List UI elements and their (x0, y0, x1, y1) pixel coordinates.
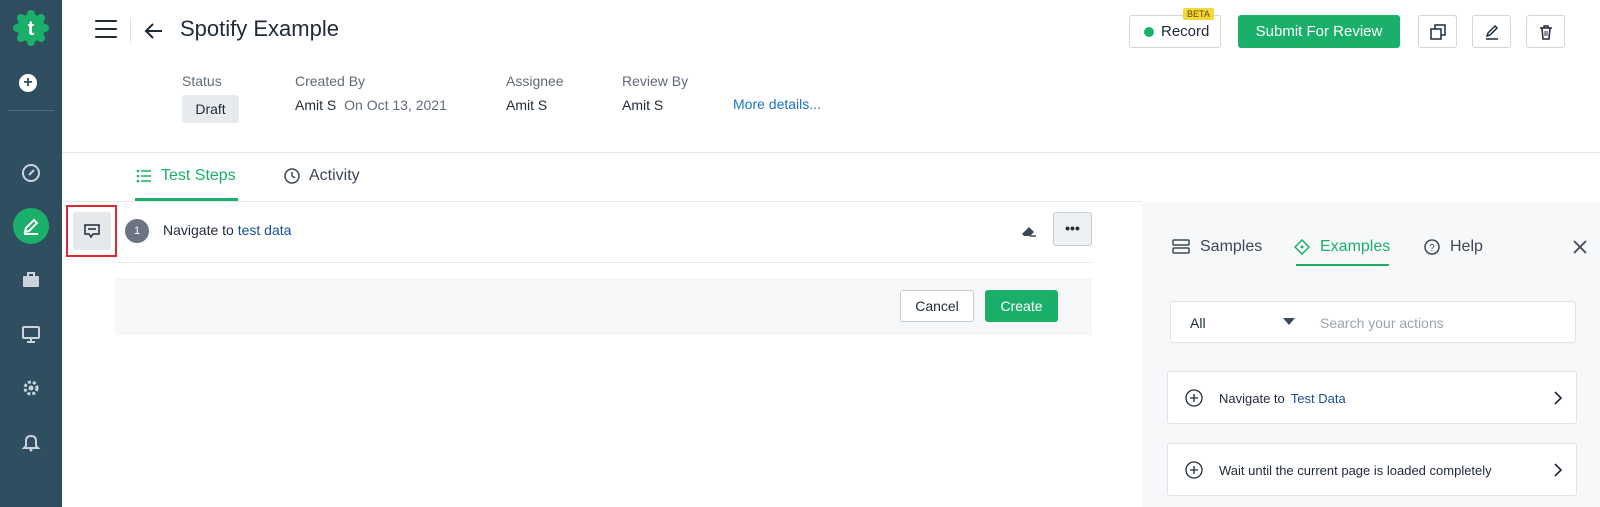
chevron-right-icon (1551, 390, 1565, 406)
clock-icon (284, 168, 300, 184)
create-new-icon[interactable]: + (19, 74, 37, 92)
record-label: Record (1161, 23, 1210, 40)
bell-icon[interactable] (13, 424, 49, 460)
step-more-options-button[interactable]: ••• (1053, 212, 1092, 246)
header-divider (130, 18, 131, 42)
tab-test-steps-label: Test Steps (161, 167, 236, 184)
chevron-down-icon[interactable] (1283, 318, 1295, 325)
step-divider (118, 262, 1092, 263)
creator-name: Amit S (295, 97, 337, 113)
action-search-input[interactable]: Search your actions (1320, 315, 1444, 331)
tab-activity[interactable]: Activity (284, 167, 360, 185)
settings-gear-icon[interactable] (13, 370, 49, 406)
example-text: Navigate to Test Data (1219, 391, 1346, 406)
created-by-label: Created By (295, 73, 366, 89)
svg-text:t: t (28, 18, 35, 40)
panel-tab-samples[interactable]: Samples (1172, 238, 1262, 256)
tab-test-steps[interactable]: Test Steps (136, 167, 236, 185)
tabs-divider (62, 201, 1142, 202)
record-dot-icon (1144, 26, 1154, 37)
example-link: Test Data (1290, 391, 1346, 406)
trash-icon (1539, 24, 1552, 40)
panel-active-tab-indicator (1296, 264, 1389, 266)
monitor-icon[interactable] (13, 316, 49, 352)
briefcase-icon[interactable] (13, 262, 49, 298)
delete-button[interactable] (1526, 15, 1565, 48)
close-panel-icon[interactable] (1570, 237, 1590, 257)
created-date: On Oct 13, 2021 (344, 97, 447, 113)
pencil-icon (1485, 24, 1498, 40)
examples-diamond-icon (1294, 239, 1310, 255)
meta-divider (62, 152, 1600, 153)
submit-for-review-button[interactable]: Submit For Review (1238, 15, 1400, 48)
left-rail: t + (0, 0, 62, 507)
help-icon: ? (1424, 239, 1440, 255)
list-icon (136, 169, 151, 183)
add-comment-button[interactable] (66, 205, 117, 257)
add-circle-icon[interactable] (1185, 461, 1203, 479)
action-filter-select[interactable]: All (1190, 315, 1206, 331)
status-badge: Draft (182, 95, 239, 123)
example-action: Wait until the current page is loaded co… (1219, 463, 1492, 478)
step-text[interactable]: Navigate to test data (163, 222, 291, 238)
rail-divider (8, 110, 54, 111)
status-label: Status (182, 73, 222, 89)
step-test-data-link[interactable]: test data (238, 222, 292, 238)
panel-tab-help[interactable]: ? Help (1424, 238, 1483, 256)
comment-icon (84, 224, 100, 239)
example-text: Wait until the current page is loaded co… (1219, 463, 1492, 478)
panel-tab-help-label: Help (1450, 238, 1483, 255)
clone-button[interactable] (1418, 15, 1457, 48)
page-title: Spotify Example (180, 16, 339, 41)
review-by-value: Amit S (622, 97, 664, 113)
add-circle-icon[interactable] (1185, 389, 1203, 407)
cancel-button[interactable]: Cancel (900, 290, 974, 322)
samples-icon (1172, 239, 1190, 254)
edit-button[interactable] (1472, 15, 1511, 48)
copy-icon (1429, 23, 1446, 40)
eraser-icon[interactable] (1019, 221, 1039, 241)
step-number: 1 (125, 219, 149, 243)
panel-tab-examples[interactable]: Examples (1294, 238, 1390, 256)
created-by-value: Amit S On Oct 13, 2021 (295, 97, 447, 113)
example-action: Navigate to (1219, 391, 1285, 406)
beta-badge: BETA (1183, 8, 1214, 20)
example-card[interactable]: Wait until the current page is loaded co… (1167, 443, 1577, 496)
dashboard-icon[interactable] (13, 155, 49, 191)
review-by-label: Review By (622, 73, 689, 89)
svg-text:?: ? (1429, 243, 1435, 254)
step-action: Navigate to (163, 222, 234, 238)
tab-activity-label: Activity (309, 167, 360, 184)
assignee-label: Assignee (506, 73, 564, 89)
example-card[interactable]: Navigate to Test Data (1167, 371, 1577, 424)
hamburger-menu-icon[interactable] (95, 20, 117, 40)
test-development-icon[interactable] (13, 208, 49, 244)
assignee-value: Amit S (506, 97, 548, 113)
create-button[interactable]: Create (985, 290, 1058, 322)
chevron-right-icon (1551, 462, 1565, 478)
testsigma-logo-icon[interactable]: t (13, 10, 49, 46)
comment-button-bg (73, 212, 111, 250)
back-arrow-icon[interactable] (143, 20, 165, 42)
more-details-link[interactable]: More details... (733, 96, 821, 112)
panel-tab-examples-label: Examples (1320, 238, 1391, 255)
panel-tab-samples-label: Samples (1200, 238, 1263, 255)
